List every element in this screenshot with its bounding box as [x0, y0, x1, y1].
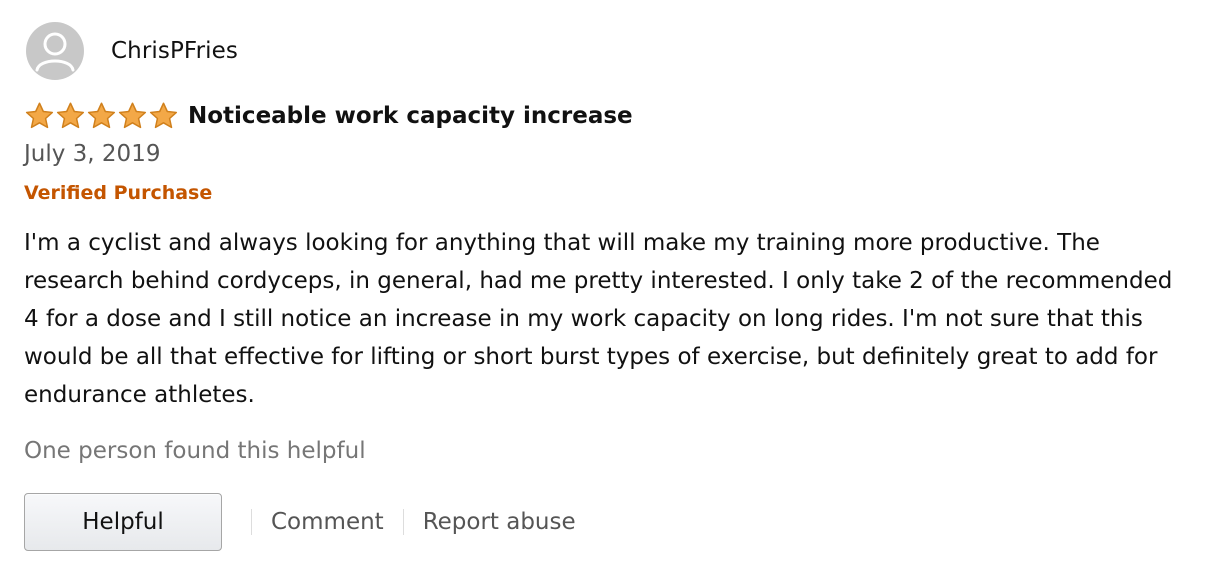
review-date: July 3, 2019	[24, 141, 161, 167]
star-rating[interactable]	[24, 101, 179, 131]
reviewer-name[interactable]: ChrisPFries	[111, 38, 238, 64]
star-icon	[149, 102, 178, 129]
review-actions: Helpful Comment Report abuse	[24, 492, 595, 552]
review-body: I'm a cyclist and always looking for any…	[24, 230, 1173, 408]
star-icon	[87, 102, 116, 129]
star-icon	[25, 102, 54, 129]
star-icon	[56, 102, 85, 129]
report-abuse-link[interactable]: Report abuse	[404, 509, 595, 535]
star-icon	[118, 102, 147, 129]
verified-purchase-badge[interactable]: Verified Purchase	[24, 182, 212, 204]
review-title-row: Noticeable work capacity increase	[24, 101, 633, 131]
comment-link[interactable]: Comment	[252, 509, 403, 535]
avatar[interactable]	[26, 22, 84, 80]
helpful-count: One person found this helpful	[24, 438, 366, 464]
review-card: ChrisPFries Noticeable work capacity inc…	[0, 0, 1206, 574]
user-silhouette-icon	[35, 32, 75, 72]
reviewer-profile[interactable]: ChrisPFries	[26, 22, 238, 80]
review-title[interactable]: Noticeable work capacity increase	[188, 103, 633, 129]
helpful-button[interactable]: Helpful	[24, 493, 222, 551]
